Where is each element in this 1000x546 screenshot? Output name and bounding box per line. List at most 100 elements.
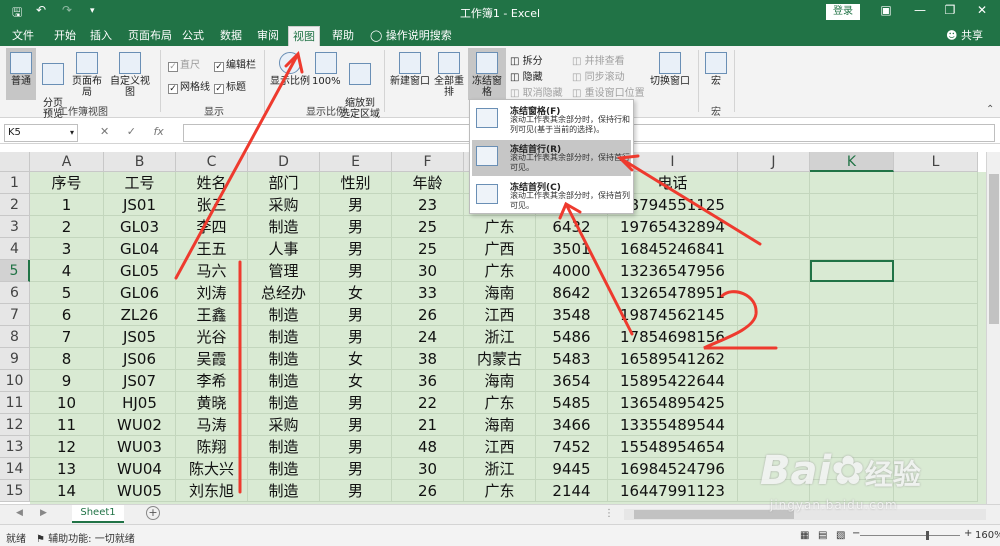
freeze-panes-option[interactable]: 冻结窗格(F) 滚动工作表其余部分时，保持行和列可见(基于当前的选择)。 [472, 102, 631, 138]
cell-i10[interactable]: 15895422644 [608, 370, 738, 392]
cell-g6[interactable]: 海南 [464, 282, 536, 304]
cell-i13[interactable]: 15548954654 [608, 436, 738, 458]
cell-a1[interactable]: 序号 [30, 172, 104, 194]
cell-j1[interactable] [738, 172, 810, 194]
cell-d4[interactable]: 人事 [248, 238, 320, 260]
cell-i6[interactable]: 13265478951 [608, 282, 738, 304]
row-header[interactable]: 2 [0, 194, 30, 216]
cell-k11[interactable] [810, 392, 894, 414]
row-header[interactable]: 10 [0, 370, 30, 392]
cell-d6[interactable]: 总经办 [248, 282, 320, 304]
close-icon[interactable]: ✕ [972, 3, 992, 17]
prev-sheet-icon[interactable]: ◀ [16, 508, 23, 518]
cell-j10[interactable] [738, 370, 810, 392]
cell-k1[interactable] [810, 172, 894, 194]
cell-k10[interactable] [810, 370, 894, 392]
cell-f6[interactable]: 33 [392, 282, 464, 304]
cell-k2[interactable] [810, 194, 894, 216]
cell-a13[interactable]: 12 [30, 436, 104, 458]
hide-button[interactable]: ◫ 隐藏 [510, 68, 543, 83]
page-layout-view-button[interactable]: 页面布局 [68, 48, 106, 100]
cell-g14[interactable]: 浙江 [464, 458, 536, 480]
ribbon-display-icon[interactable]: ▣ [876, 3, 896, 17]
row-header[interactable]: 8 [0, 326, 30, 348]
zoom-out-icon[interactable]: − [852, 528, 860, 539]
cell-j12[interactable] [738, 414, 810, 436]
cell-h9[interactable]: 5483 [536, 348, 608, 370]
cell-e1[interactable]: 性别 [320, 172, 392, 194]
row-header[interactable]: 12 [0, 414, 30, 436]
cell-d9[interactable]: 制造 [248, 348, 320, 370]
cell-g10[interactable]: 海南 [464, 370, 536, 392]
cell-l2[interactable] [894, 194, 978, 216]
cell-e2[interactable]: 男 [320, 194, 392, 216]
cell-g4[interactable]: 广西 [464, 238, 536, 260]
row-header[interactable]: 1 [0, 172, 30, 194]
cell-b15[interactable]: WU05 [104, 480, 176, 502]
cell-c10[interactable]: 李希 [176, 370, 248, 392]
cell-l7[interactable] [894, 304, 978, 326]
cell-e15[interactable]: 男 [320, 480, 392, 502]
cell-c5[interactable]: 马六 [176, 260, 248, 282]
cell-e11[interactable]: 男 [320, 392, 392, 414]
cell-d10[interactable]: 制造 [248, 370, 320, 392]
cell-i15[interactable]: 16447991123 [608, 480, 738, 502]
enter-icon[interactable]: ✓ [127, 125, 136, 138]
cell-f7[interactable]: 26 [392, 304, 464, 326]
cell-l8[interactable] [894, 326, 978, 348]
cell-c8[interactable]: 光谷 [176, 326, 248, 348]
cell-c9[interactable]: 吴霞 [176, 348, 248, 370]
unhide-button[interactable]: ◫ 取消隐藏 [510, 84, 563, 99]
cell-c6[interactable]: 刘涛 [176, 282, 248, 304]
cell-i9[interactable]: 16589541262 [608, 348, 738, 370]
cell-l3[interactable] [894, 216, 978, 238]
cell-a7[interactable]: 6 [30, 304, 104, 326]
cell-h13[interactable]: 7452 [536, 436, 608, 458]
cell-d1[interactable]: 部门 [248, 172, 320, 194]
cell-a12[interactable]: 11 [30, 414, 104, 436]
cell-c12[interactable]: 马涛 [176, 414, 248, 436]
cell-e14[interactable]: 男 [320, 458, 392, 480]
cell-g5[interactable]: 广东 [464, 260, 536, 282]
cell-a15[interactable]: 14 [30, 480, 104, 502]
cell-f9[interactable]: 38 [392, 348, 464, 370]
column-header-c[interactable]: C [176, 152, 248, 172]
cell-l10[interactable] [894, 370, 978, 392]
new-window-button[interactable]: 新建窗口 [390, 48, 430, 100]
column-header-e[interactable]: E [320, 152, 392, 172]
cell-k6[interactable] [810, 282, 894, 304]
cell-k8[interactable] [810, 326, 894, 348]
cell-j3[interactable] [738, 216, 810, 238]
cell-k5[interactable] [810, 260, 894, 282]
sync-scroll-button[interactable]: ◫ 同步滚动 [572, 68, 625, 83]
cell-g11[interactable]: 广东 [464, 392, 536, 414]
cell-i12[interactable]: 13355489544 [608, 414, 738, 436]
cell-e10[interactable]: 女 [320, 370, 392, 392]
zoom-button[interactable]: 显示比例 [270, 48, 310, 100]
cell-f2[interactable]: 23 [392, 194, 464, 216]
accessibility-status[interactable]: ⚑ 辅助功能: 一切就绪 [36, 530, 135, 545]
cell-f8[interactable]: 24 [392, 326, 464, 348]
freeze-first-column-option[interactable]: 冻结首列(C) 滚动工作表其余部分时，保持首列可见。 [472, 178, 631, 214]
switch-windows-button[interactable]: 切换窗口 [650, 48, 690, 100]
cell-c4[interactable]: 王五 [176, 238, 248, 260]
cell-f15[interactable]: 26 [392, 480, 464, 502]
maximize-icon[interactable]: ❐ [940, 3, 960, 17]
cell-b13[interactable]: WU03 [104, 436, 176, 458]
cell-h15[interactable]: 2144 [536, 480, 608, 502]
cell-e9[interactable]: 女 [320, 348, 392, 370]
cell-a6[interactable]: 5 [30, 282, 104, 304]
row-header[interactable]: 14 [0, 458, 30, 480]
select-all-corner[interactable] [0, 152, 30, 172]
cell-l9[interactable] [894, 348, 978, 370]
normal-view-button[interactable]: 普通 [6, 48, 36, 100]
row-header[interactable]: 3 [0, 216, 30, 238]
tab-formulas[interactable]: 公式 [178, 27, 208, 44]
cell-g13[interactable]: 江西 [464, 436, 536, 458]
page-break-preview-button[interactable]: 分页 预览 [38, 48, 68, 120]
cell-c2[interactable]: 张三 [176, 194, 248, 216]
cell-c1[interactable]: 姓名 [176, 172, 248, 194]
zoom-100-button[interactable]: 100% [312, 48, 341, 100]
column-header-a[interactable]: A [30, 152, 104, 172]
cell-a4[interactable]: 3 [30, 238, 104, 260]
